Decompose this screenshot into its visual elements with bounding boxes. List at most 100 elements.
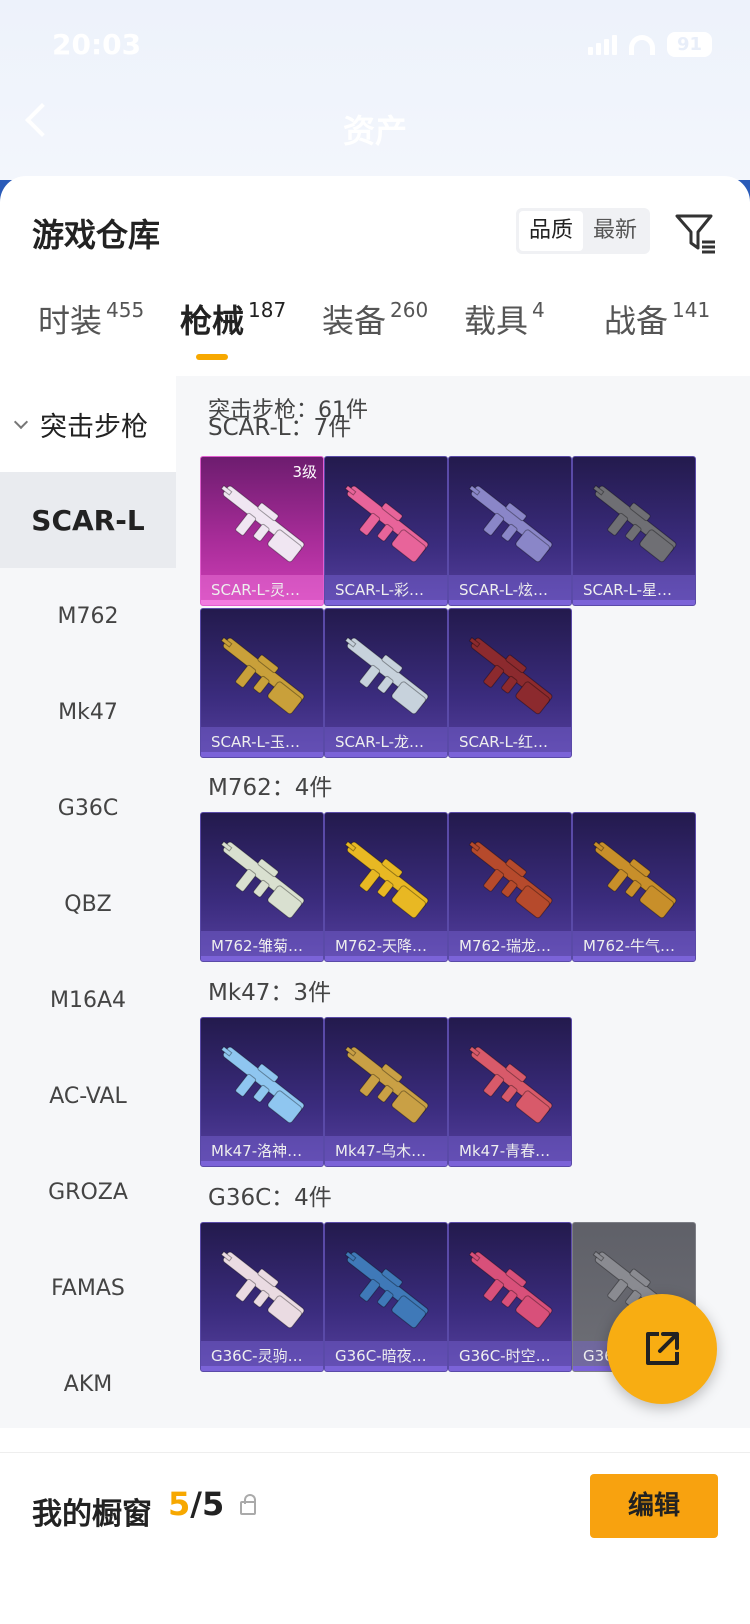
weapon-skin-icon xyxy=(220,1045,305,1124)
rarity-band xyxy=(325,1161,447,1166)
weapon-card[interactable]: SCAR-L-玉… xyxy=(200,608,324,758)
weapon-list[interactable]: 突击步枪：61件 SCAR-L：7件 3级 SCAR-L-灵… SCAR-L-彩… SC… xyxy=(176,376,750,1428)
sort-quality-button[interactable]: 品质 xyxy=(519,211,584,251)
rarity-band xyxy=(201,956,323,961)
weapon-card[interactable]: Mk47-洛神… xyxy=(200,1017,324,1167)
group-title: G36C：4件 xyxy=(208,1185,332,1211)
sidebar-item-ac-val[interactable]: AC-VAL xyxy=(0,1048,176,1144)
weapon-skin-icon xyxy=(344,484,429,563)
weapon-card[interactable]: M762-牛气… xyxy=(572,812,696,962)
warehouse-sheet: 游戏仓库 品质 最新 时装 455 枪械 187 装备 260 载具 4 战备 … xyxy=(0,176,750,1624)
weapon-skin-icon xyxy=(592,840,677,919)
weapon-skin-icon xyxy=(468,1250,553,1329)
sidebar-item-m762[interactable]: M762 xyxy=(0,568,176,664)
rarity-band xyxy=(201,1366,323,1371)
weapon-card[interactable]: SCAR-L-龙… xyxy=(324,608,448,758)
weapon-card[interactable]: SCAR-L-星… xyxy=(572,456,696,606)
showcase-total: 5 xyxy=(201,1485,225,1523)
tab-label: 枪械 xyxy=(180,302,245,340)
tab-fashion[interactable]: 时装 455 xyxy=(38,296,144,342)
rarity-band xyxy=(449,956,571,961)
chevron-down-icon xyxy=(13,414,29,430)
weapon-skin-icon xyxy=(220,1250,305,1329)
sidebar-item-scar-l[interactable]: SCAR-L xyxy=(0,472,176,568)
tab-label: 载具 xyxy=(464,302,529,340)
page-title: 资产 xyxy=(342,112,407,150)
signal-icon xyxy=(587,34,617,55)
rarity-band xyxy=(325,600,447,605)
group-title: M762：4件 xyxy=(208,775,333,801)
tab-supplies[interactable]: 战备 141 xyxy=(604,296,710,342)
tab-count: 187 xyxy=(248,298,287,322)
showcase-separator: / xyxy=(190,1485,202,1523)
sidebar-item-akm[interactable]: AKM xyxy=(0,1336,176,1432)
wifi-icon xyxy=(628,34,655,55)
weapon-skin-icon xyxy=(220,840,305,919)
warehouse-title: 游戏仓库 xyxy=(32,216,161,254)
tab-weapons[interactable]: 枪械 187 xyxy=(180,296,286,342)
weapon-card[interactable]: 3级 SCAR-L-灵… xyxy=(200,456,324,606)
edit-button[interactable]: 编辑 xyxy=(590,1474,718,1538)
sidebar-item-m16a4[interactable]: M16A4 xyxy=(0,952,176,1048)
weapon-skin-icon xyxy=(344,1250,429,1329)
weapon-card[interactable]: Mk47-乌木… xyxy=(324,1017,448,1167)
lock-icon xyxy=(240,1494,256,1515)
sidebar-item-g36c[interactable]: G36C xyxy=(0,760,176,856)
filter-icon[interactable] xyxy=(674,212,718,256)
tab-label: 战备 xyxy=(604,302,669,340)
tab-equipment[interactable]: 装备 260 xyxy=(322,296,428,342)
weapon-card[interactable]: SCAR-L-炫… xyxy=(448,456,572,606)
sidebar-item-qbz[interactable]: QBZ xyxy=(0,856,176,952)
rarity-band xyxy=(573,956,695,961)
sidebar-item-famas[interactable]: FAMAS xyxy=(0,1240,176,1336)
status-bar: 20:03 91 xyxy=(0,28,750,62)
weapon-card[interactable]: M762-雏菊… xyxy=(200,812,324,962)
weapon-skin-icon xyxy=(468,484,553,563)
rarity-band xyxy=(449,752,571,757)
weapon-skin-icon xyxy=(344,636,429,715)
nav-bar: 资产 xyxy=(0,100,750,160)
category-tabs: 时装 455 枪械 187 装备 260 载具 4 战备 141 xyxy=(0,296,750,376)
tab-count: 141 xyxy=(672,298,711,322)
rarity-band xyxy=(201,1161,323,1166)
tab-count: 455 xyxy=(106,298,145,322)
share-button[interactable] xyxy=(607,1294,717,1404)
status-time: 20:03 xyxy=(52,28,142,61)
tab-vehicles[interactable]: 载具 4 xyxy=(464,296,545,342)
showcase-used: 5 xyxy=(168,1485,191,1523)
rarity-band xyxy=(449,1161,571,1166)
weapon-skin-icon xyxy=(468,1045,553,1124)
weapon-skin-icon xyxy=(468,840,553,919)
weapon-skin-icon xyxy=(344,1045,429,1124)
tab-label: 时装 xyxy=(38,302,103,340)
weapon-skin-icon xyxy=(468,636,553,715)
weapon-card[interactable]: M762-天降… xyxy=(324,812,448,962)
battery-icon: 91 xyxy=(666,32,712,57)
weapon-card[interactable]: Mk47-青春… xyxy=(448,1017,572,1167)
rarity-band xyxy=(325,752,447,757)
group-title: Mk47：3件 xyxy=(208,980,332,1006)
rarity-band xyxy=(325,1366,447,1371)
sort-newest-button[interactable]: 最新 xyxy=(583,211,647,251)
tab-count: 4 xyxy=(532,298,545,322)
weapon-card[interactable]: SCAR-L-红… xyxy=(448,608,572,758)
showcase-title: 我的橱窗 xyxy=(32,1497,152,1532)
showcase-count: 5/5 xyxy=(168,1485,224,1523)
weapon-skin-icon xyxy=(220,636,305,715)
weapon-card[interactable]: G36C-暗夜… xyxy=(324,1222,448,1372)
sidebar-item-mk47[interactable]: Mk47 xyxy=(0,664,176,760)
weapon-card[interactable]: G36C-灵驹… xyxy=(200,1222,324,1372)
sort-toggle: 品质 最新 xyxy=(516,208,651,254)
sidebar-category-header[interactable]: 突击步枪 xyxy=(0,376,176,472)
rarity-band xyxy=(573,600,695,605)
weapon-card[interactable]: G36C-时空… xyxy=(448,1222,572,1372)
weapon-card[interactable]: M762-瑞龙… xyxy=(448,812,572,962)
status-icons: 91 xyxy=(587,32,712,57)
weapon-card[interactable]: SCAR-L-彩… xyxy=(324,456,448,606)
group-title: SCAR-L：7件 xyxy=(208,415,352,441)
sidebar-item-groza[interactable]: GROZA xyxy=(0,1144,176,1240)
tab-count: 260 xyxy=(390,298,429,322)
weapon-skin-icon xyxy=(592,484,677,563)
top-header: 20:03 91 资产 xyxy=(0,0,750,180)
active-tab-indicator xyxy=(196,354,228,360)
